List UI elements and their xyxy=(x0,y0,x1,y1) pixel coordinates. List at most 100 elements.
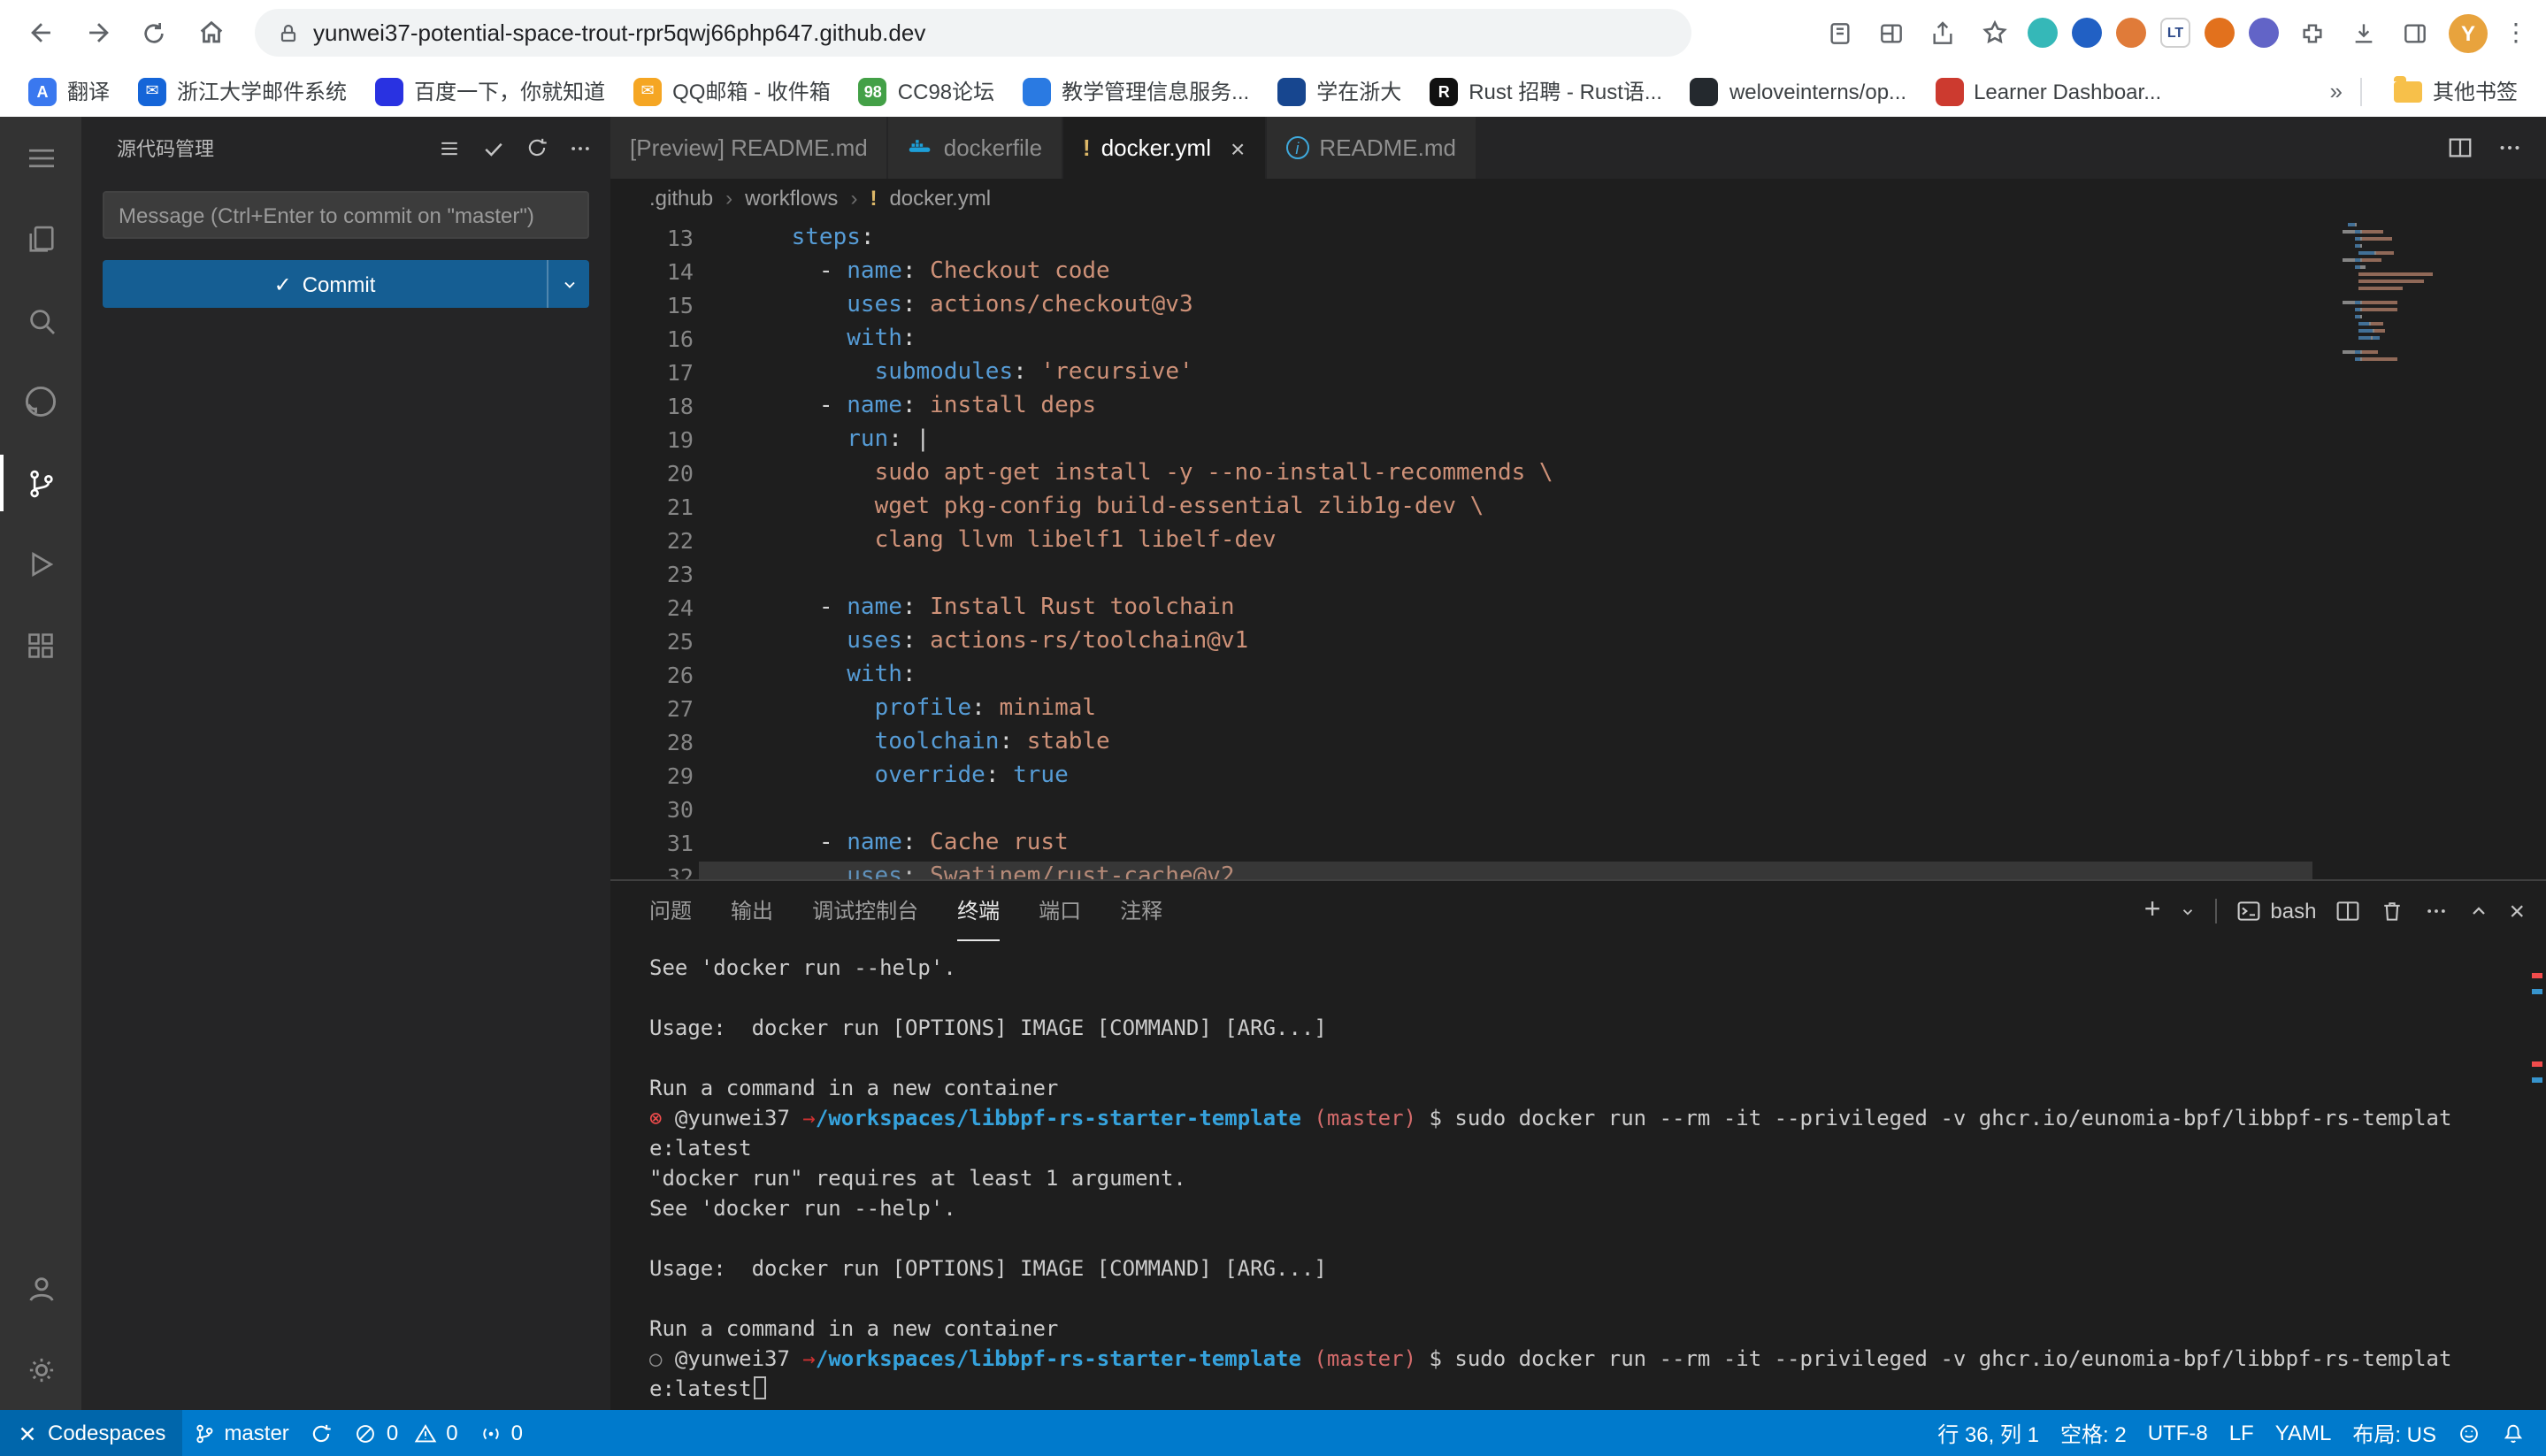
code-text xyxy=(694,557,750,591)
extensions-icon[interactable] xyxy=(0,605,81,686)
more-actions-icon[interactable] xyxy=(2496,134,2523,161)
feedback-icon[interactable] xyxy=(2447,1410,2491,1456)
home-icon[interactable] xyxy=(188,10,234,56)
run-debug-icon[interactable] xyxy=(0,524,81,605)
github-icon[interactable] xyxy=(0,361,81,442)
extensions-puzzle-icon[interactable] xyxy=(2295,15,2330,50)
code-text: uses: actions-rs/toolchain@v1 xyxy=(694,625,1248,658)
account-icon[interactable] xyxy=(0,1247,81,1329)
extension-purple-grid-icon[interactable] xyxy=(2249,18,2279,48)
panel-tab-debug-console[interactable]: 调试控制台 xyxy=(812,881,918,941)
encoding[interactable]: UTF-8 xyxy=(2137,1410,2219,1456)
horizontal-scrollbar[interactable] xyxy=(699,862,2312,879)
chevron-right-icon: › xyxy=(725,186,732,211)
bookmark-item[interactable]: 教学管理信息服务... xyxy=(1008,71,1263,111)
share-icon[interactable] xyxy=(1925,15,1960,50)
collections-icon[interactable] xyxy=(1822,15,1858,50)
commit-check-icon[interactable] xyxy=(481,135,506,160)
extension-orange-pages-icon[interactable] xyxy=(2116,18,2146,48)
commit-message-input[interactable]: Message (Ctrl+Enter to commit on "master… xyxy=(103,191,589,239)
panel-tab-comments[interactable]: 注释 xyxy=(1120,881,1162,941)
indentation[interactable]: 空格: 2 xyxy=(2050,1410,2137,1456)
bookmark-item[interactable]: 学在浙大 xyxy=(1263,71,1415,111)
panel-tab-problems[interactable]: 问题 xyxy=(649,881,692,941)
explorer-icon[interactable] xyxy=(0,198,81,280)
code-editor[interactable]: 13 steps:14 - name: Checkout code15 uses… xyxy=(610,218,2546,879)
tab-close-icon[interactable]: × xyxy=(1231,135,1245,160)
editor-tab-docker-yml[interactable]: !docker.yml× xyxy=(1063,117,1266,179)
breadcrumb-item[interactable]: .github xyxy=(649,186,713,211)
side-panel-icon[interactable] xyxy=(2397,15,2433,50)
minimap[interactable] xyxy=(2343,223,2534,364)
line-number: 20 xyxy=(610,456,694,490)
address-bar[interactable]: yunwei37-potential-space-trout-rpr5qwj66… xyxy=(255,9,1691,57)
back-icon[interactable] xyxy=(18,10,64,56)
bookmark-item[interactable]: weloveinterns/op... xyxy=(1676,72,1921,111)
language-mode[interactable]: YAML xyxy=(2265,1410,2343,1456)
forward-icon[interactable] xyxy=(74,10,120,56)
profile-avatar[interactable]: Y xyxy=(2449,13,2488,52)
bookmark-item[interactable]: Learner Dashboar... xyxy=(1921,72,2175,111)
terminal[interactable]: See 'docker run --help'. Usage: docker r… xyxy=(610,941,2546,1410)
editor-tab-readme-md[interactable]: iREADME.md xyxy=(1266,117,1477,179)
refresh-icon[interactable] xyxy=(525,136,548,159)
editor-tab-dockerfile[interactable]: dockerfile xyxy=(889,117,1063,179)
panel-tab-output[interactable]: 输出 xyxy=(731,881,773,941)
problems-indicator[interactable]: 0 0 xyxy=(344,1410,469,1456)
terminal-dropdown-chevron-icon[interactable] xyxy=(2180,903,2196,919)
panel-more-actions-icon[interactable] xyxy=(2424,899,2449,923)
downloads-icon[interactable] xyxy=(2346,15,2381,50)
kill-terminal-icon[interactable] xyxy=(2380,899,2404,923)
eol-sequence[interactable]: LF xyxy=(2219,1410,2265,1456)
branch-name: master xyxy=(224,1421,288,1445)
languagetool-icon[interactable]: LT xyxy=(2160,18,2190,48)
cursor-position[interactable]: 行 36, 列 1 xyxy=(1927,1410,2050,1456)
view-mode-icon[interactable] xyxy=(437,135,462,160)
maximize-panel-icon[interactable] xyxy=(2468,900,2489,922)
line-number: 28 xyxy=(610,725,694,759)
browser-menu-icon[interactable]: ⋮ xyxy=(2504,18,2528,48)
keyboard-layout[interactable]: 布局: US xyxy=(2342,1410,2447,1456)
panel-tab-terminal[interactable]: 终端 xyxy=(957,881,1000,941)
close-panel-icon[interactable]: × xyxy=(2509,896,2525,926)
extension-orange-loop-icon[interactable] xyxy=(2205,18,2235,48)
more-actions-icon[interactable] xyxy=(568,135,593,160)
search-icon[interactable] xyxy=(0,280,81,361)
favorite-star-icon[interactable] xyxy=(1976,15,2012,50)
bookmark-item[interactable]: ✉浙江大学邮件系统 xyxy=(124,71,361,111)
panel-tab-ports[interactable]: 端口 xyxy=(1039,881,1081,941)
split-editor-icon[interactable] xyxy=(2447,134,2473,161)
shell-selector[interactable]: bash xyxy=(2236,899,2316,923)
bookmark-item[interactable]: A翻译 xyxy=(14,71,124,111)
new-terminal-icon[interactable]: + xyxy=(2144,897,2161,925)
code-text: clang llvm libelf1 libelf-dev xyxy=(694,524,1277,557)
split-terminal-icon[interactable] xyxy=(2335,899,2360,923)
editor-tab--preview-readme-md[interactable]: [Preview] README.md xyxy=(610,117,889,179)
divider xyxy=(2215,899,2217,923)
open-in-new-icon[interactable] xyxy=(1874,15,1909,50)
line-number: 16 xyxy=(610,322,694,356)
ports-indicator[interactable]: 0 xyxy=(469,1410,533,1456)
breadcrumb-item[interactable]: workflows xyxy=(745,186,838,211)
bookmark-item[interactable]: RRust 招聘 - Rust语... xyxy=(1415,71,1676,111)
remote-indicator[interactable]: Codespaces xyxy=(0,1410,181,1456)
bookmark-item[interactable]: 98CC98论坛 xyxy=(845,71,1008,111)
bookmarks-overflow-icon[interactable]: » xyxy=(2330,78,2343,104)
other-bookmarks-folder[interactable]: 其他书签 xyxy=(2380,71,2532,111)
branch-indicator[interactable]: master xyxy=(181,1410,299,1456)
extension-teal-circle-icon[interactable] xyxy=(2028,18,2058,48)
commit-dropdown-chevron-icon[interactable] xyxy=(547,260,589,308)
browser-toolbar: yunwei37-potential-space-trout-rpr5qwj66… xyxy=(0,0,2546,65)
source-control-icon[interactable] xyxy=(0,442,81,524)
reload-icon[interactable] xyxy=(131,10,177,56)
bottom-panel: 问题输出调试控制台终端端口注释 + bash xyxy=(610,879,2546,1410)
menu-icon[interactable] xyxy=(0,117,81,198)
bookmark-item[interactable]: 百度一下，你就知道 xyxy=(361,71,619,111)
commit-button[interactable]: ✓ Commit xyxy=(103,260,589,308)
extension-blue-shield-icon[interactable] xyxy=(2072,18,2102,48)
sync-icon[interactable] xyxy=(300,1410,344,1456)
bookmark-item[interactable]: ✉QQ邮箱 - 收件箱 xyxy=(619,71,845,111)
settings-gear-icon[interactable] xyxy=(0,1329,81,1410)
breadcrumb-item[interactable]: docker.yml xyxy=(889,186,991,211)
notifications-bell-icon[interactable] xyxy=(2491,1410,2535,1456)
